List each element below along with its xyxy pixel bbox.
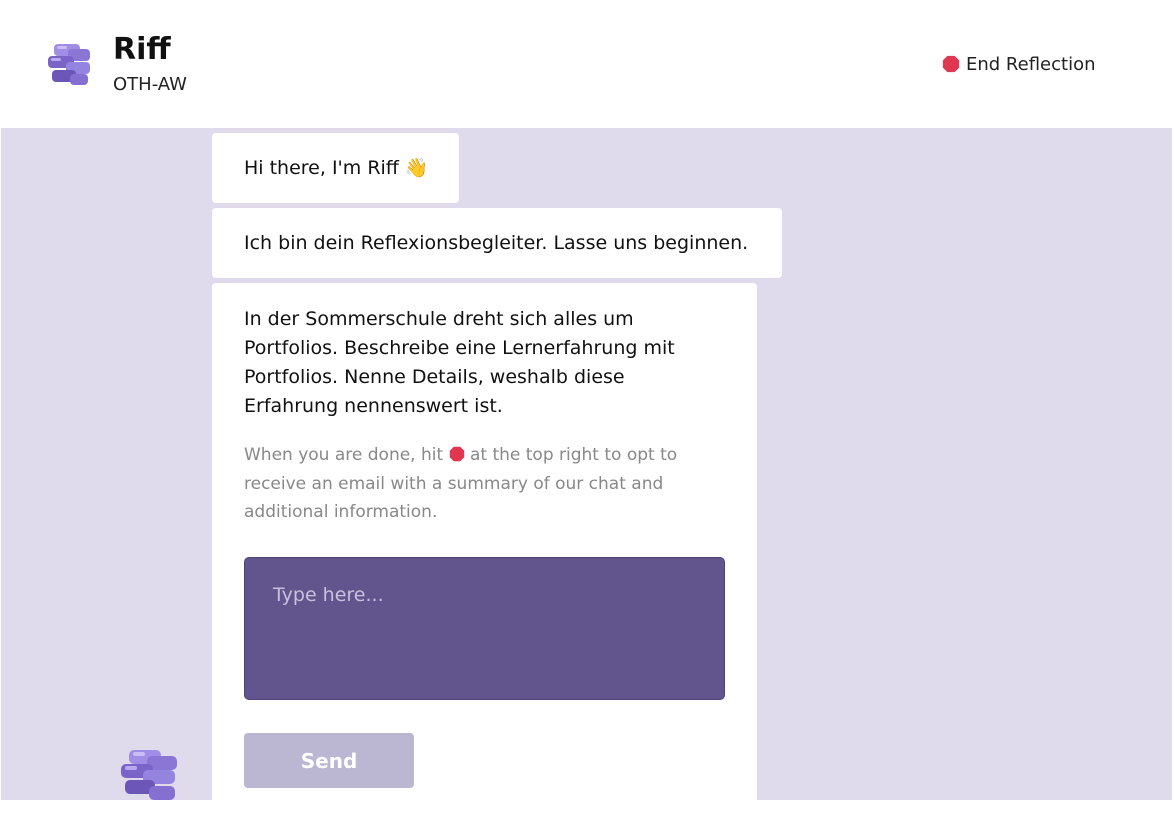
app-title: Riff xyxy=(113,32,171,67)
send-button[interactable]: Send xyxy=(244,733,414,788)
hint-text: When you are done, hit at the top right … xyxy=(244,441,714,527)
message-text: Ich bin dein Reflexionsbegleiter. Lasse … xyxy=(244,232,749,254)
end-reflection-button[interactable]: End Reflection xyxy=(938,48,1100,80)
riff-avatar-icon xyxy=(121,750,177,800)
chat-message-prompt: In der Sommerschule dreht sich alles um … xyxy=(212,283,757,813)
hint-text-start: When you are done, hit xyxy=(244,445,449,465)
cube-stack-logo-icon xyxy=(48,44,90,85)
chat-area: Hi there, I'm Riff 👋 Ich bin dein Reflex… xyxy=(1,128,1172,813)
reply-input[interactable] xyxy=(244,557,725,700)
app-subtitle: OTH-AW xyxy=(113,74,187,95)
chat-message-intro: Ich bin dein Reflexionsbegleiter. Lasse … xyxy=(212,208,782,278)
prompt-text: In der Sommerschule dreht sich alles um … xyxy=(244,308,675,417)
message-text: Hi there, I'm Riff 👋 xyxy=(244,157,429,179)
stop-sign-icon xyxy=(449,446,464,462)
stop-sign-icon xyxy=(942,55,960,73)
chat-message-greeting: Hi there, I'm Riff 👋 xyxy=(212,133,459,203)
end-reflection-label: End Reflection xyxy=(966,53,1096,75)
app-header: Riff OTH-AW End Reflection xyxy=(0,0,1174,128)
